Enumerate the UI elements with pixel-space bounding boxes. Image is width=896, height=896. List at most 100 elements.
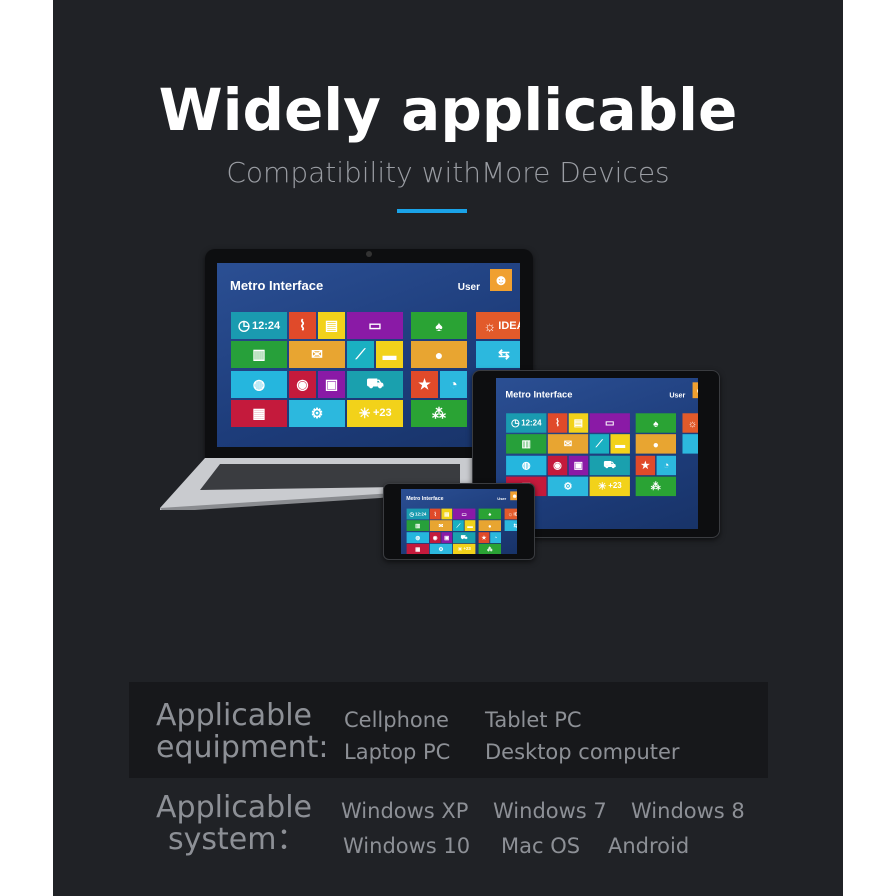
metro-tile[interactable]: ▬ (610, 434, 630, 454)
metro-tile[interactable]: ⚙ (547, 476, 589, 497)
metro-tile[interactable]: ⛟ (347, 370, 403, 398)
metro-tile[interactable]: ▥ (406, 520, 429, 532)
metro-user-label: User (669, 391, 686, 400)
metro-tile[interactable]: ▭ (589, 413, 630, 433)
metro-tile[interactable]: ☀ +23 (453, 543, 476, 554)
webcam-icon (366, 251, 372, 257)
metro-title: Metro Interface (230, 278, 324, 293)
phone: Metro Interface User☻ ◷12:24 ⌇ ▤ ▭ ♠ ☼IDEA ▥ ✉ ⟋ ▬ ●… (383, 483, 535, 560)
metro-tile[interactable]: ⌇ (547, 413, 568, 433)
globe-icon: ◍ (521, 459, 531, 471)
metro-tile[interactable]: ✉ (429, 520, 453, 532)
globe-icon: ◍ (415, 534, 421, 541)
tile-label: +23 (608, 481, 622, 491)
metro-tile[interactable]: ▤ (318, 312, 345, 339)
graph-icon: ⟋ (355, 346, 366, 363)
metro-tile[interactable]: ▤ (441, 508, 453, 520)
metro-tile[interactable]: ♠ (478, 508, 501, 520)
phone-screen: Metro Interface User☻ ◷12:24 ⌇ ▤ ▭ ♠ ☼IDEA ▥ ✉ ⟋ ▬ ●… (401, 489, 517, 554)
metro-tile[interactable]: ☀ +23 (347, 399, 403, 427)
metro-tile[interactable]: ▥ (231, 341, 287, 369)
chart-icon: ⌇ (555, 416, 561, 429)
mail-icon: ✉ (438, 522, 444, 529)
metro-tile[interactable]: ◷ 12:24 (506, 413, 547, 433)
sun-icon: ☀ (597, 480, 607, 492)
metro-tile[interactable]: ★ (635, 455, 656, 475)
metro-tile[interactable]: ⚙ (429, 543, 453, 554)
metro-tile[interactable]: ♠ (635, 413, 676, 433)
camera-icon: ▣ (444, 534, 450, 541)
metro-tile[interactable]: ⁂ (635, 476, 676, 497)
metro-tile[interactable]: ⁂ (478, 543, 501, 554)
metro-tile[interactable]: ◉ (429, 532, 441, 543)
metro-tile[interactable]: ⇆ (476, 341, 520, 369)
metro-tile[interactable]: ▥ (506, 434, 547, 454)
user-avatar-icon: ☻ (490, 269, 512, 291)
metro-tile[interactable]: ⌇ (289, 312, 316, 339)
metro-tile[interactable]: ◔ (656, 455, 676, 475)
metro-tile[interactable]: ⟋ (347, 341, 374, 369)
metro-tile[interactable]: ▣ (441, 532, 453, 543)
video-camera-icon: ◉ (432, 534, 438, 541)
page-title: Widely applicable (158, 76, 738, 144)
metro-tile[interactable]: ▬ (464, 520, 476, 532)
metro-tile[interactable]: ☀ +23 (589, 476, 630, 497)
metro-tile[interactable]: ⇆ (504, 520, 517, 532)
metro-tile[interactable]: ⛟ (453, 532, 476, 543)
tile-label: +23 (463, 546, 471, 552)
metro-tile[interactable]: ⟋ (589, 434, 610, 454)
metro-tile[interactable]: ⛟ (589, 455, 630, 475)
metro-tile[interactable]: ☼IDEA (504, 508, 517, 520)
mail-icon: ✉ (563, 437, 573, 450)
chart-icon: ⌇ (299, 317, 306, 333)
tile-label: +23 (372, 407, 392, 420)
metro-tile[interactable]: ▦ (231, 399, 287, 427)
calendar-icon: ▦ (415, 545, 421, 553)
metro-tile[interactable]: ⇆ (682, 434, 698, 454)
metro-tile[interactable]: ✉ (289, 341, 345, 369)
metro-tile[interactable]: ● (478, 520, 501, 532)
metro-tile[interactable]: ⟋ (453, 520, 464, 532)
metro-tile[interactable]: ✉ (547, 434, 589, 454)
system-label-line2: system： (168, 822, 307, 857)
metro-tile[interactable]: ◔ (490, 532, 501, 543)
metro-user-label: User (497, 496, 507, 501)
cards-icon: ♠ (653, 417, 659, 429)
metro-tile[interactable]: ⁂ (411, 399, 467, 427)
metro-tile[interactable]: ▣ (568, 455, 589, 475)
star-icon: ★ (481, 534, 487, 541)
metro-tile[interactable]: ▬ (376, 341, 403, 369)
clock-icon: ◷ (237, 317, 251, 333)
metro-tile[interactable]: ◍ (406, 532, 429, 543)
metro-tile[interactable]: ▭ (347, 312, 403, 339)
tile-label: 12:24 (521, 418, 542, 428)
metro-tile[interactable]: ◍ (506, 455, 547, 475)
metro-tile[interactable]: ▦ (406, 543, 429, 554)
metro-tile[interactable]: ● (411, 341, 467, 369)
star-icon: ★ (418, 375, 431, 392)
metro-tile[interactable]: ● (635, 434, 676, 454)
calendar-icon: ▦ (252, 404, 266, 421)
metro-tile[interactable]: ★ (411, 370, 438, 398)
metro-tile[interactable]: ◉ (547, 455, 568, 475)
metro-tile[interactable]: ▣ (318, 370, 345, 398)
metro-user-label: User (457, 282, 480, 293)
cup-icon: ▬ (382, 346, 397, 363)
metro-tile[interactable]: ★ (478, 532, 490, 543)
metro-tile[interactable]: ◷ 12:24 (406, 508, 429, 520)
metro-tile[interactable]: ◍ (231, 370, 287, 398)
metro-tile[interactable]: ▤ (568, 413, 589, 433)
metro-tile[interactable]: ☼IDEA (682, 413, 698, 433)
metro-tile[interactable]: ⌇ (429, 508, 441, 520)
metro-tile[interactable]: ▭ (453, 508, 476, 520)
star-icon: ★ (640, 459, 650, 471)
equipment-item: Tablet PC (485, 708, 582, 732)
signpost-icon: ⇆ (513, 522, 517, 529)
chart-icon: ⌇ (433, 510, 437, 517)
metro-tile[interactable]: ⚙ (289, 399, 345, 427)
metro-tile[interactable]: ◷ 12:24 (231, 312, 287, 339)
metro-tile[interactable]: ◔ (440, 370, 467, 398)
metro-tile[interactable]: ☼IDEA (476, 312, 520, 339)
metro-tile[interactable]: ♠ (411, 312, 467, 339)
metro-tile[interactable]: ◉ (289, 370, 316, 398)
